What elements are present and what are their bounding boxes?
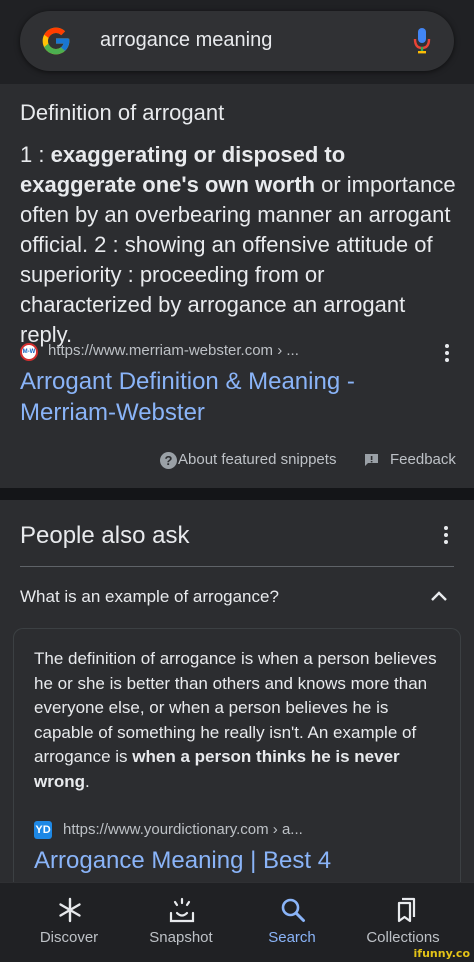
- search-query[interactable]: arrogance meaning: [100, 29, 272, 52]
- snippet-text-2: or importance often by an overbearing ma…: [20, 172, 456, 347]
- microphone-icon[interactable]: [412, 27, 432, 55]
- featured-snippet: Definition of arrogant 1 : exaggerating …: [0, 84, 474, 488]
- paa-question[interactable]: What is an example of arrogance?: [20, 587, 279, 607]
- yourdictionary-favicon-icon: YD: [34, 821, 52, 839]
- paa-answer-card: The definition of arrogance is when a pe…: [13, 628, 461, 898]
- nav-search-label: Search: [268, 929, 316, 946]
- snippet-result-title[interactable]: Arrogant Definition & Meaning - Merriam-…: [20, 366, 440, 428]
- search-header: arrogance meaning: [0, 0, 474, 84]
- snippet-source[interactable]: M-W https://www.merriam-webster.com › ..…: [20, 340, 460, 364]
- paa-divider: [20, 566, 454, 567]
- nav-discover-label: Discover: [39, 929, 99, 946]
- search-bar[interactable]: arrogance meaning: [20, 11, 454, 71]
- paa-title: People also ask: [20, 522, 190, 549]
- ifunny-watermark: ifunny.co: [413, 947, 470, 960]
- people-also-ask: People also ask What is an example of ar…: [0, 500, 474, 898]
- snippet-body: 1 : exaggerating or disposed to exaggera…: [20, 140, 460, 350]
- collections-icon: [397, 897, 416, 923]
- nav-collections-label: Collections: [366, 929, 440, 946]
- snippet-source-url[interactable]: https://www.merriam-webster.com › ...: [48, 342, 299, 359]
- paa-answer-text: The definition of arrogance is when a pe…: [34, 647, 444, 794]
- search-icon: [281, 898, 305, 922]
- paa-answer-title[interactable]: Arrogance Meaning | Best 4: [34, 845, 444, 876]
- section-divider: [0, 488, 474, 500]
- snapshot-icon: [169, 897, 195, 923]
- snippet-bold-text: exaggerating or disposed to exaggerate o…: [20, 142, 346, 197]
- bottom-navigation: Discover Snapshot Search Collections ifu…: [0, 882, 474, 962]
- google-g-icon: [42, 27, 70, 55]
- about-featured-snippets-link[interactable]: About featured snippets: [178, 451, 336, 468]
- snippet-text-1: 1 :: [20, 142, 51, 167]
- nav-discover[interactable]: Discover: [14, 883, 124, 962]
- feedback-link[interactable]: Feedback: [390, 451, 456, 468]
- feedback-icon[interactable]: [364, 453, 379, 467]
- nav-search[interactable]: Search: [237, 883, 347, 962]
- nav-snapshot[interactable]: Snapshot: [126, 883, 236, 962]
- asterisk-icon: [59, 897, 81, 923]
- help-icon[interactable]: ?: [160, 452, 177, 469]
- paa-more-options-icon[interactable]: [443, 526, 449, 546]
- more-options-icon[interactable]: [444, 344, 450, 364]
- chevron-up-icon[interactable]: [430, 590, 448, 602]
- merriam-webster-favicon-icon: M-W: [20, 343, 38, 361]
- snippet-footer: ? About featured snippets Feedback: [0, 450, 474, 472]
- nav-snapshot-label: Snapshot: [149, 929, 213, 946]
- snippet-heading: Definition of arrogant: [20, 100, 225, 125]
- paa-answer-url[interactable]: https://www.yourdictionary.com › a...: [63, 821, 303, 838]
- answer-text-2: .: [85, 771, 90, 791]
